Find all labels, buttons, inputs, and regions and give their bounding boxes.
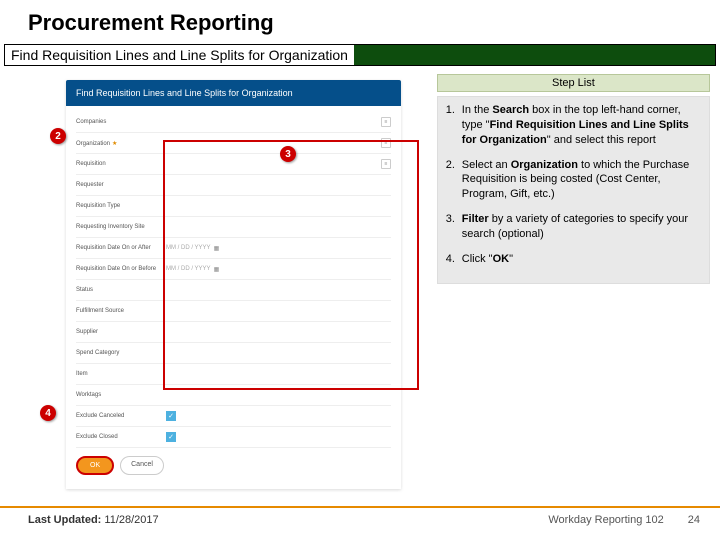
dropdown-icon[interactable]: ≡ (381, 138, 391, 148)
form-header: Find Requisition Lines and Line Splits f… (66, 80, 401, 106)
dropdown-icon[interactable]: ≡ (381, 159, 391, 169)
row-companies: Companies ≡ (76, 112, 391, 133)
row-supplier: Supplier (76, 322, 391, 343)
page-number: 24 (688, 514, 700, 526)
calendar-icon[interactable]: ▦ (214, 266, 220, 273)
step-list-header: Step List (437, 74, 710, 92)
row-exclude-closed: Exclude Closed ✓ (76, 427, 391, 448)
callout-3: 3 (280, 146, 296, 162)
subtitle-bar: Find Requisition Lines and Line Splits f… (4, 44, 716, 66)
calendar-icon[interactable]: ▦ (214, 245, 220, 252)
form-screenshot: Find Requisition Lines and Line Splits f… (66, 80, 401, 489)
subtitle-text: Find Requisition Lines and Line Splits f… (5, 45, 354, 65)
last-updated-date: 11/28/2017 (101, 514, 158, 526)
row-exclude-canceled: Exclude Canceled ✓ (76, 406, 391, 427)
slide-title: Procurement Reporting (0, 0, 720, 42)
step-list: In the Search box in the top left-hand c… (437, 96, 710, 284)
footer: Last Updated: 11/28/2017 Workday Reporti… (0, 506, 720, 526)
checkbox-checked-icon[interactable]: ✓ (166, 411, 176, 421)
step-4: Click "OK" (446, 252, 701, 267)
callout-2: 2 (50, 128, 66, 144)
row-requester: Requester (76, 175, 391, 196)
step-3: Filter by a variety of categories to spe… (446, 212, 701, 242)
cancel-button[interactable]: Cancel (120, 456, 164, 475)
row-requisition: Requisition ≡ (76, 154, 391, 175)
screenshot-panel: Find Requisition Lines and Line Splits f… (6, 74, 431, 489)
row-fulfillment: Fulfillment Source (76, 301, 391, 322)
row-item: Item (76, 364, 391, 385)
step-panel: Step List In the Search box in the top l… (437, 74, 714, 489)
required-icon: ★ (112, 141, 117, 147)
row-date-before: Requisition Date On or Before MM / DD / … (76, 259, 391, 280)
step-1: In the Search box in the top left-hand c… (446, 103, 701, 148)
row-organization: Organization★ ≡ (76, 133, 391, 154)
step-2: Select an Organization to which the Purc… (446, 158, 701, 203)
last-updated-label: Last Updated: (28, 514, 101, 526)
row-worktags: Worktags (76, 385, 391, 406)
checkbox-checked-icon[interactable]: ✓ (166, 432, 176, 442)
course-name: Workday Reporting 102 (548, 514, 663, 526)
row-status: Status (76, 280, 391, 301)
row-spend-category: Spend Category (76, 343, 391, 364)
callout-4: 4 (40, 405, 56, 421)
dropdown-icon[interactable]: ≡ (381, 117, 391, 127)
row-requisition-type: Requisition Type (76, 196, 391, 217)
row-date-after: Requisition Date On or After MM / DD / Y… (76, 238, 391, 259)
ok-button[interactable]: OK (76, 456, 114, 475)
row-inventory-site: Requesting Inventory Site (76, 217, 391, 238)
